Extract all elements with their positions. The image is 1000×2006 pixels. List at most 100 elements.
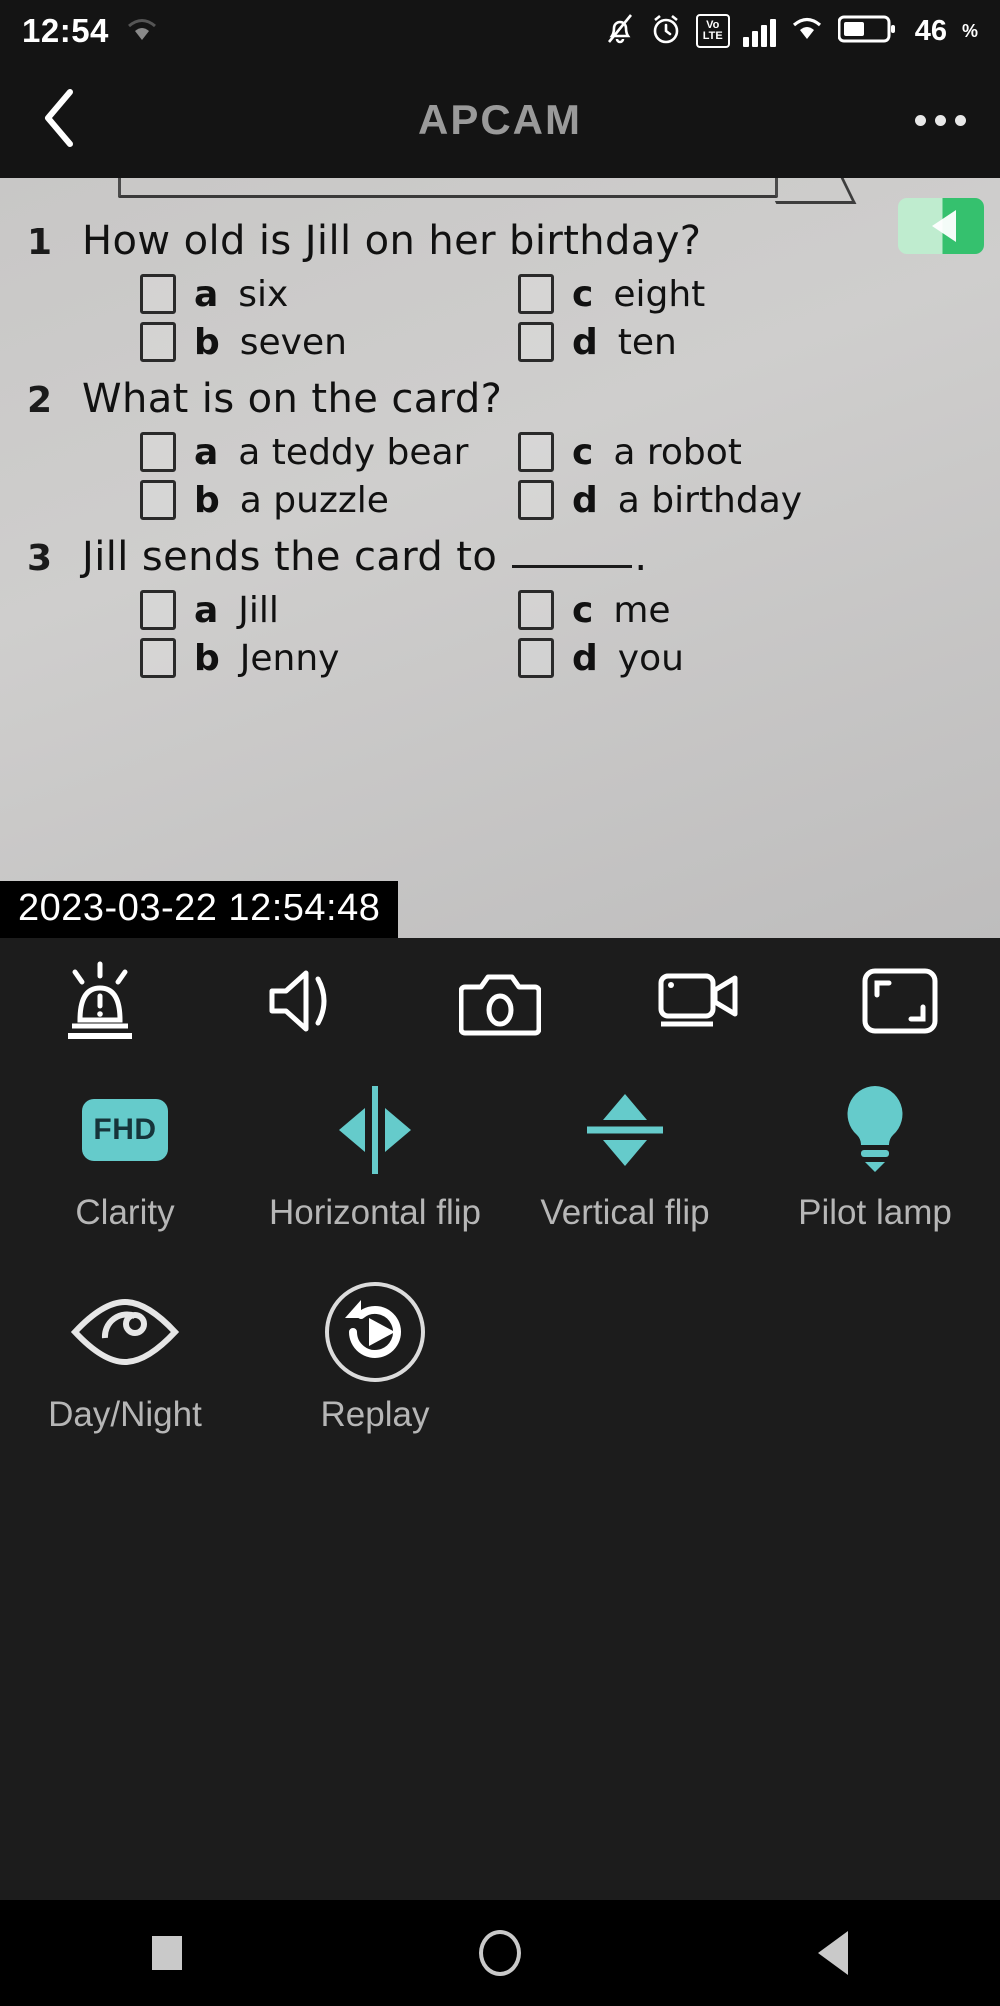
question-2: 2 What is on the card? a a teddy bear b <box>0 376 1000 524</box>
replay-icon <box>323 1278 427 1386</box>
option-checkbox[interactable] <box>140 480 176 520</box>
feature-replay[interactable]: Replay <box>250 1270 500 1472</box>
option-row[interactable]: d ten <box>518 318 920 366</box>
option-text: six <box>238 273 289 315</box>
alarm-button[interactable] <box>0 938 200 1068</box>
option-text: eight <box>613 273 706 315</box>
option-row[interactable]: a Jill <box>140 586 460 634</box>
option-row[interactable]: c me <box>518 586 920 634</box>
fullscreen-icon <box>859 965 941 1042</box>
option-text: Jenny <box>239 637 340 679</box>
feature-label: Pilot lamp <box>798 1193 952 1232</box>
feature-clarity[interactable]: FHD Clarity <box>0 1068 250 1270</box>
home-button[interactable] <box>333 1900 666 2006</box>
option-checkbox[interactable] <box>518 638 554 678</box>
option-checkbox[interactable] <box>140 274 176 314</box>
snapshot-button[interactable] <box>400 938 600 1068</box>
volte-icon: Vo LTE <box>695 14 730 48</box>
camera-control-bar <box>0 938 1000 1068</box>
option-checkbox[interactable] <box>518 480 554 520</box>
feature-label: Horizontal flip <box>268 1193 482 1232</box>
overflow-menu-icon <box>954 114 966 126</box>
option-text: me <box>613 589 671 631</box>
option-text: a puzzle <box>239 479 389 521</box>
worksheet-questions: 1 How old is Jill on her birthday? a six… <box>0 218 1000 692</box>
video-record-icon <box>655 966 745 1041</box>
option-letter: a <box>194 431 219 473</box>
option-row[interactable]: a six <box>140 270 460 318</box>
option-text: a teddy bear <box>238 431 469 473</box>
overflow-menu-button[interactable] <box>880 114 1000 126</box>
option-row[interactable]: b Jenny <box>140 634 460 682</box>
back-button[interactable] <box>0 86 120 155</box>
audio-button[interactable] <box>200 938 400 1068</box>
option-row[interactable]: c eight <box>518 270 920 318</box>
option-letter: b <box>194 637 220 679</box>
option-letter: c <box>572 589 594 631</box>
speaker-audio-icon <box>258 963 342 1044</box>
option-checkbox[interactable] <box>140 432 176 472</box>
option-checkbox[interactable] <box>140 322 176 362</box>
option-row[interactable]: b seven <box>140 318 460 366</box>
record-button[interactable] <box>600 938 800 1068</box>
question-text: How old is Jill on her birthday? <box>82 218 702 264</box>
fullscreen-button[interactable] <box>800 938 1000 1068</box>
recents-button[interactable] <box>0 1900 333 2006</box>
camera-snapshot-icon <box>458 965 542 1042</box>
back-chevron-icon <box>38 86 82 155</box>
feature-label: Clarity <box>75 1193 175 1232</box>
option-row[interactable]: c a robot <box>518 428 920 476</box>
option-checkbox[interactable] <box>518 590 554 630</box>
option-row[interactable]: a a teddy bear <box>140 428 468 476</box>
android-nav-bar <box>0 1900 1000 2006</box>
recents-square-icon <box>151 1936 182 1970</box>
option-letter: d <box>572 637 598 679</box>
option-checkbox[interactable] <box>518 274 554 314</box>
question-number: 3 <box>26 538 52 579</box>
vertical-flip-icon <box>573 1076 677 1184</box>
status-bar-time: 12:54 <box>22 12 109 49</box>
question-1: 1 How old is Jill on her birthday? a six… <box>0 218 1000 366</box>
question-text-after-blank: . <box>634 534 648 580</box>
option-checkbox[interactable] <box>140 638 176 678</box>
light-bulb-icon <box>827 1076 923 1184</box>
option-text: Jill <box>238 589 279 631</box>
option-checkbox[interactable] <box>518 322 554 362</box>
option-row[interactable]: b a puzzle <box>140 476 460 524</box>
option-letter: b <box>194 479 220 521</box>
option-checkbox[interactable] <box>140 590 176 630</box>
app-root: 12:54 Vo LTE 46 % APCAM 1 How old is Jil… <box>0 0 1000 2006</box>
question-number: 1 <box>26 222 52 263</box>
back-nav-button[interactable] <box>667 1900 1000 2006</box>
fhd-badge-icon: FHD <box>82 1076 168 1184</box>
feature-label: Replay <box>320 1395 430 1434</box>
option-text: ten <box>617 321 677 363</box>
horizontal-flip-icon <box>323 1076 427 1184</box>
feature-label: Day/Night <box>48 1395 202 1434</box>
feature-grid: FHD Clarity Horizontal flip Vertical fli… <box>0 1068 1000 1472</box>
wifi-weak-icon <box>125 16 159 46</box>
feature-horizontal-flip[interactable]: Horizontal flip <box>250 1068 500 1270</box>
title-bar: APCAM <box>0 62 1000 178</box>
option-checkbox[interactable] <box>518 432 554 472</box>
feature-vertical-flip[interactable]: Vertical flip <box>500 1068 750 1270</box>
battery-percent: 46 <box>914 14 947 47</box>
feature-label: Vertical flip <box>540 1193 710 1232</box>
alarm-siren-icon <box>58 958 142 1049</box>
back-triangle-icon <box>818 1931 849 1975</box>
status-bar-icons: Vo LTE 46 % <box>604 12 978 51</box>
worksheet-box-outline <box>118 178 778 198</box>
option-text: a robot <box>613 431 742 473</box>
question-3: 3 Jill sends the card to . a Jill b Jenn… <box>0 534 1000 682</box>
bell-muted-icon <box>604 12 636 51</box>
question-text: What is on the card? <box>82 376 503 422</box>
feature-pilot-lamp[interactable]: Pilot lamp <box>750 1068 1000 1270</box>
feature-day-night[interactable]: Day/Night <box>0 1270 250 1472</box>
option-row[interactable]: d you <box>518 634 920 682</box>
option-row[interactable]: d a birthday <box>518 476 920 524</box>
option-letter: c <box>572 431 594 473</box>
video-stream-view[interactable]: 1 How old is Jill on her birthday? a six… <box>0 178 1000 938</box>
option-letter: a <box>194 273 219 315</box>
signal-bars-icon <box>742 15 776 47</box>
option-letter: d <box>572 321 598 363</box>
